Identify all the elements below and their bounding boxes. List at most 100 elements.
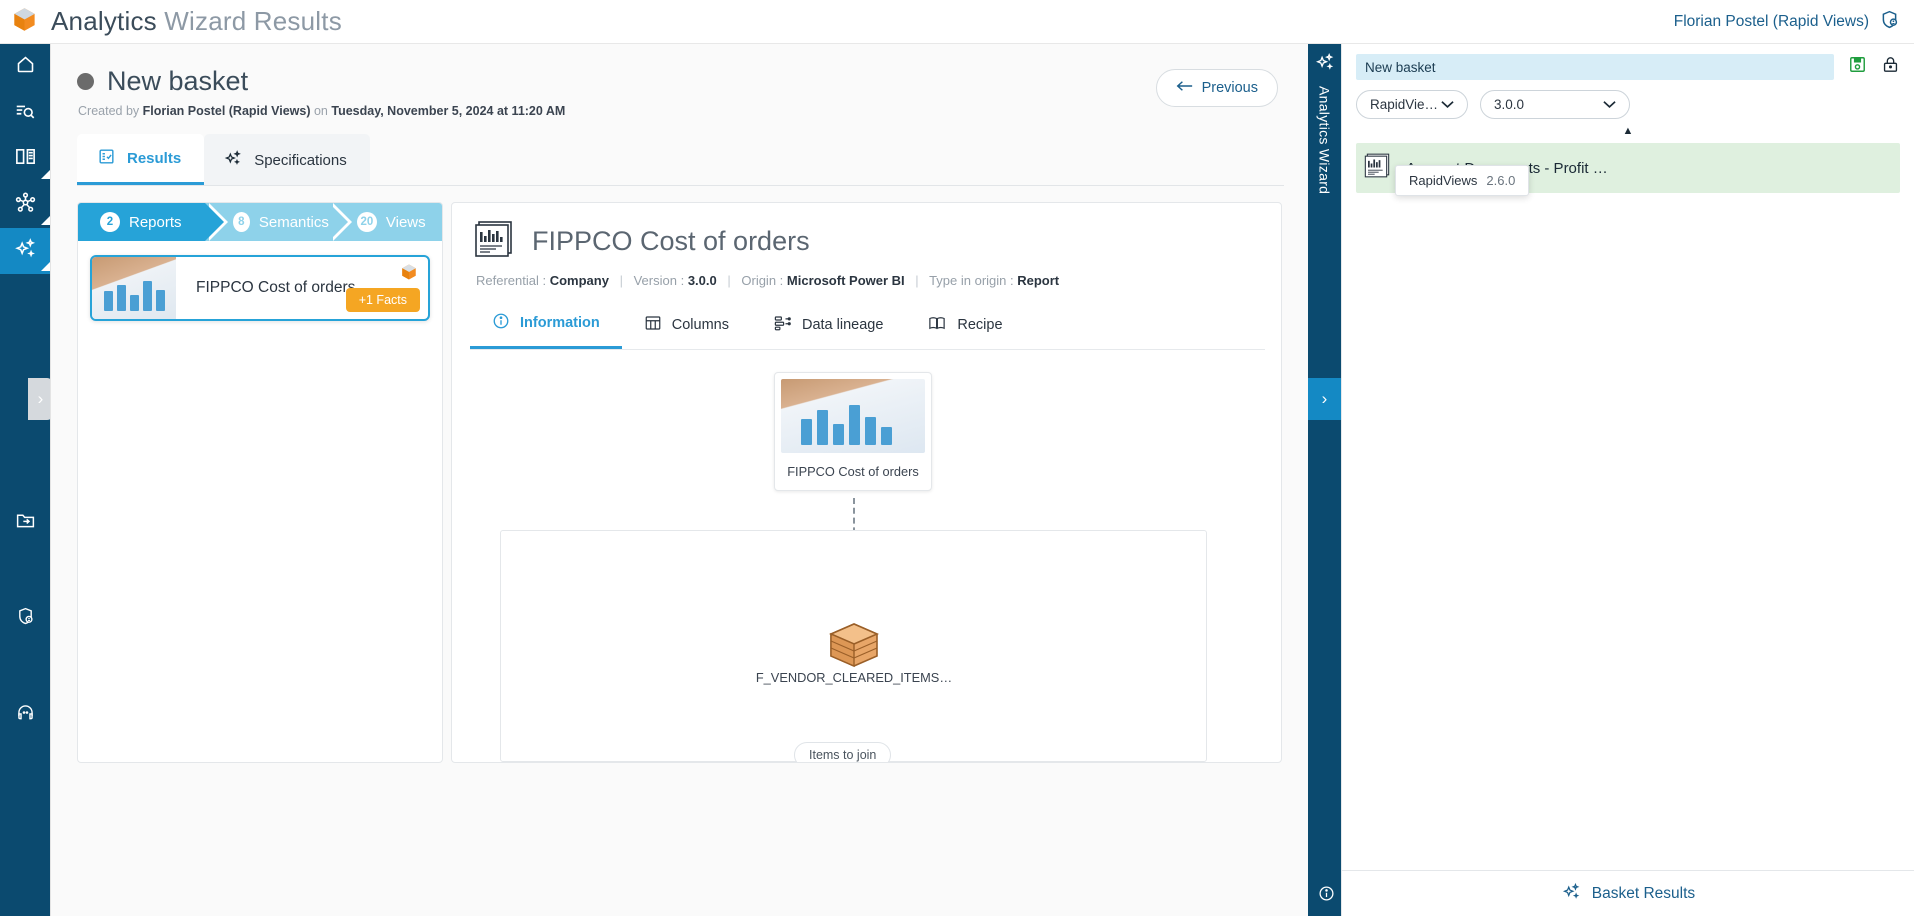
lineage-cube-label: F_VENDOR_CLEARED_ITEMS…	[755, 670, 953, 685]
main-content: New basket Created by Florian Postel (Ra…	[50, 44, 1308, 916]
wizard-selects: RapidVie… 3.0.0	[1342, 80, 1914, 119]
page-header: New basket Created by Florian Postel (Ra…	[51, 44, 1308, 118]
created-line: Created by Florian Postel (Rapid Views) …	[78, 104, 1278, 118]
step-views-label: Views	[385, 213, 426, 231]
tab-information-label: Information	[520, 315, 600, 331]
cube-icon	[11, 6, 38, 38]
tab-data-lineage-label: Data lineage	[801, 316, 884, 333]
created-prefix: Created by	[78, 104, 140, 118]
chevron-down-icon	[1441, 97, 1454, 112]
wizard-strip: Analytics Wizard	[1308, 44, 1341, 916]
sparkle-icon	[224, 149, 243, 172]
caret-up-icon[interactable]: ▲	[1342, 125, 1914, 137]
sidebar-item-home[interactable]	[0, 44, 50, 90]
step-reports-count: 2	[100, 212, 120, 232]
sidebar-item-lineage[interactable]	[0, 182, 50, 228]
cube-icon	[400, 263, 418, 286]
tab-specifications-label: Specifications	[254, 151, 347, 169]
items-to-join-chip[interactable]: Items to join	[794, 742, 892, 762]
step-reports[interactable]: 2 Reports	[78, 203, 228, 241]
book-open-icon	[927, 314, 947, 336]
top-bar-right: Florian Postel (Rapid Views)	[1674, 9, 1914, 35]
tooltip-name: RapidViews	[1409, 173, 1478, 188]
tab-columns[interactable]: Columns	[622, 300, 751, 349]
save-icon[interactable]	[1848, 55, 1867, 79]
meta-referential-label: Referential :	[476, 273, 547, 288]
table-icon	[644, 314, 662, 336]
home-icon	[15, 54, 36, 80]
sparkle-icon	[14, 237, 37, 265]
arrow-left-icon	[1176, 79, 1193, 97]
step-breadcrumb: 2 Reports 8 Semantics 20 Views	[78, 203, 442, 241]
referential-select[interactable]: RapidVie…	[1356, 90, 1468, 119]
meta-version-label: Version :	[633, 273, 685, 288]
version-select[interactable]: 3.0.0	[1480, 90, 1630, 119]
tab-specifications[interactable]: Specifications	[204, 134, 370, 185]
meta-referential-value: Company	[549, 273, 609, 288]
lineage-diagram: FIPPCO Cost of orders F_VENDOR_CLEARED_I…	[452, 350, 1281, 762]
lineage-node-label: FIPPCO Cost of orders	[787, 464, 919, 479]
sidebar-item-security[interactable]	[0, 596, 50, 642]
basket-results-button[interactable]: Basket Results	[1592, 885, 1695, 903]
book-icon	[14, 145, 37, 173]
report-chart-icon	[1364, 152, 1392, 184]
sidebar-item-glossary[interactable]	[0, 136, 50, 182]
sidebar-item-analytics-wizard[interactable]	[0, 228, 50, 274]
lineage-icon	[773, 314, 792, 336]
info-icon	[492, 312, 510, 334]
shield-user-icon[interactable]	[1879, 9, 1900, 35]
report-detail-panel: FIPPCO Cost of orders Referential : Comp…	[451, 202, 1282, 763]
tab-data-lineage[interactable]: Data lineage	[751, 300, 905, 349]
tab-recipe[interactable]: Recipe	[905, 300, 1024, 349]
report-chart-icon	[474, 219, 516, 264]
meta-separator: |	[727, 273, 731, 288]
left-rail	[0, 44, 50, 916]
page-title-row: New basket	[77, 66, 1278, 97]
detail-meta: Referential : Company | Version : 3.0.0 …	[452, 264, 1281, 288]
chevron-right-icon: ›	[1321, 389, 1328, 408]
panels: 2 Reports 8 Semantics 20 Views FIPPCO Co…	[51, 186, 1308, 763]
folder-import-icon	[15, 510, 36, 536]
search-list-icon	[14, 100, 36, 127]
sidebar-item-import[interactable]	[0, 500, 50, 546]
wizard-collapse-handle[interactable]: ›	[1308, 378, 1341, 420]
report-card[interactable]: FIPPCO Cost of orders +1 Facts	[90, 255, 430, 321]
created-on-prefix: on	[313, 104, 328, 118]
lineage-cube-node[interactable]	[811, 621, 897, 674]
previous-button[interactable]: Previous	[1155, 69, 1278, 107]
wizard-strip-label: Analytics Wizard	[1316, 86, 1333, 195]
report-thumbnail	[92, 257, 176, 319]
info-icon[interactable]	[1318, 885, 1335, 902]
tab-information[interactable]: Information	[470, 300, 622, 349]
report-thumbnail	[781, 379, 925, 453]
user-name[interactable]: Florian Postel (Rapid Views)	[1674, 13, 1869, 31]
status-badge	[77, 73, 94, 90]
lock-icon[interactable]	[1881, 55, 1900, 79]
tab-recipe-label: Recipe	[957, 316, 1003, 333]
brand: Analytics Wizard Results	[0, 6, 342, 38]
sidebar-item-catalog-search[interactable]	[0, 90, 50, 136]
lineage-report-node[interactable]: FIPPCO Cost of orders	[774, 372, 932, 491]
rail-corner-marker	[41, 262, 50, 271]
detail-header: FIPPCO Cost of orders	[452, 203, 1281, 264]
step-semantics-label: Semantics	[258, 213, 329, 231]
report-card-name: FIPPCO Cost of orders	[196, 279, 356, 296]
tooltip-content: RapidViews 2.6.0	[1395, 165, 1530, 196]
tab-results[interactable]: Results	[77, 134, 205, 185]
sparkle-icon	[1562, 882, 1581, 906]
referential-select-value: RapidVie…	[1370, 97, 1439, 112]
meta-separator: |	[619, 273, 623, 288]
sidebar-item-support[interactable]	[0, 692, 50, 738]
meta-type-value: Report	[1017, 273, 1060, 288]
app-title: Analytics Wizard Results	[51, 6, 342, 37]
rail-corner-marker	[41, 170, 50, 179]
shield-lock-icon	[15, 606, 36, 632]
step-arrow	[204, 203, 224, 241]
page-title: New basket	[107, 66, 249, 96]
chevron-right-icon: ›	[37, 389, 44, 408]
basket-name-input[interactable]	[1356, 54, 1834, 80]
tooltip-version: 2.6.0	[1486, 173, 1516, 188]
created-by: Florian Postel (Rapid Views)	[142, 104, 311, 118]
previous-label: Previous	[1201, 80, 1258, 96]
items-to-join-label: Items to join	[809, 748, 877, 762]
